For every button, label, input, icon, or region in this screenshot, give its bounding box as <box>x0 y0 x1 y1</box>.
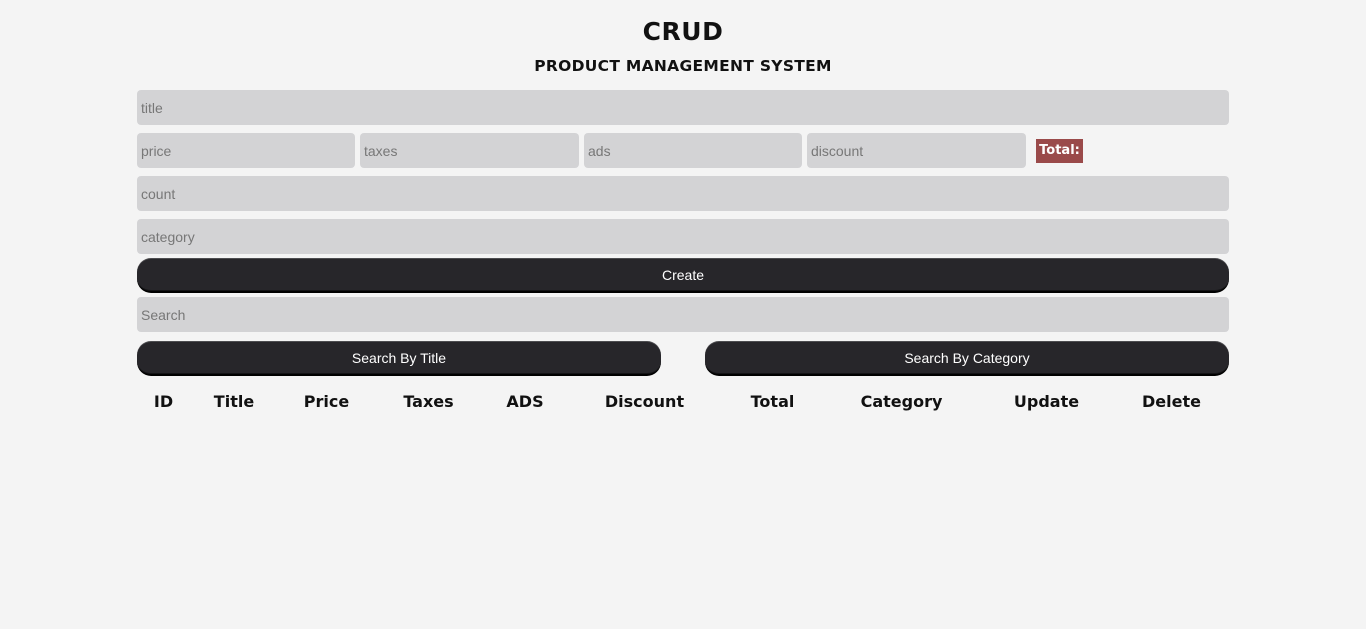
ads-input[interactable] <box>584 133 802 168</box>
title-input[interactable] <box>137 90 1229 125</box>
count-input[interactable] <box>137 176 1229 211</box>
column-header-total: Total <box>750 391 795 411</box>
column-header-update: Update <box>1013 391 1080 411</box>
create-button[interactable]: Create <box>137 258 1229 293</box>
column-header-title: Title <box>213 391 255 411</box>
category-input[interactable] <box>137 219 1229 254</box>
discount-input[interactable] <box>807 133 1026 168</box>
table-header-row: ID Title Price Taxes ADS Discount Total … <box>137 388 1229 414</box>
page-title: CRUD <box>642 17 724 46</box>
column-header-ads: ADS <box>506 391 544 411</box>
column-header-category: Category <box>860 391 943 411</box>
total-badge: Total: <box>1036 139 1083 163</box>
taxes-input[interactable] <box>360 133 579 168</box>
search-input[interactable] <box>137 297 1229 332</box>
column-header-price: Price <box>303 391 350 411</box>
price-input[interactable] <box>137 133 355 168</box>
products-table: ID Title Price Taxes ADS Discount Total … <box>137 388 1229 414</box>
search-by-title-button[interactable]: Search By Title <box>137 341 661 376</box>
crud-app: CRUD PRODUCT MANAGEMENT SYSTEM Total: Cr… <box>0 0 1366 629</box>
column-header-discount: Discount <box>604 391 685 411</box>
column-header-delete: Delete <box>1142 391 1201 411</box>
search-by-category-button[interactable]: Search By Category <box>705 341 1229 376</box>
page-subtitle: PRODUCT MANAGEMENT SYSTEM <box>534 57 832 75</box>
column-header-id: ID <box>153 391 174 411</box>
column-header-taxes: Taxes <box>403 391 454 411</box>
